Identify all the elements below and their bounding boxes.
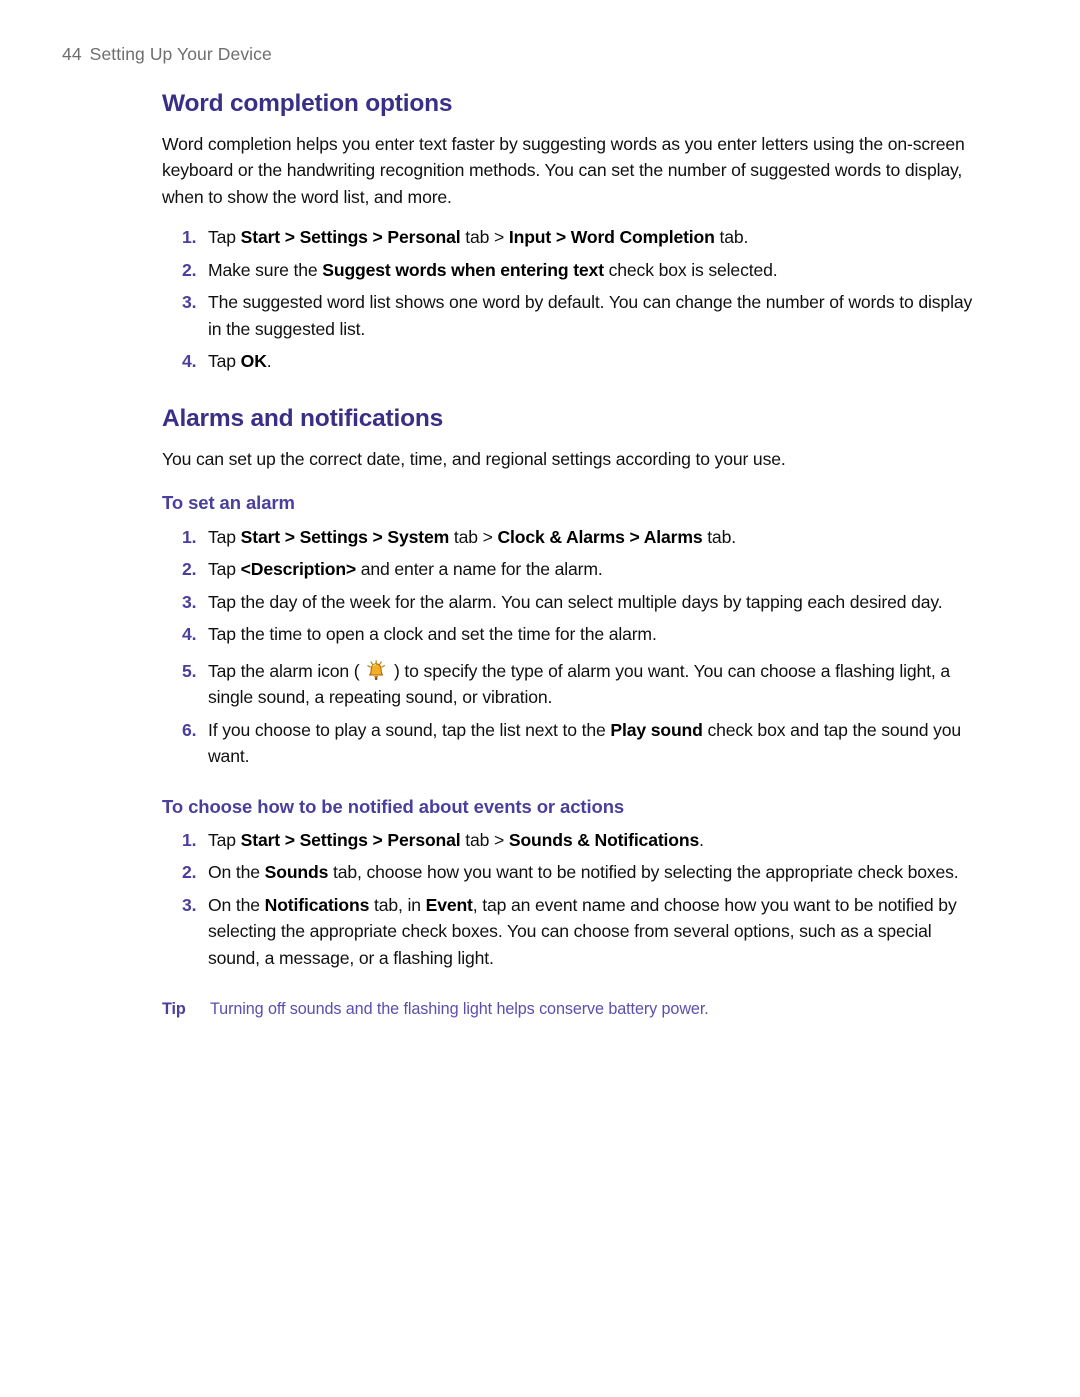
emphasis: Clock & Alarms > Alarms	[497, 526, 703, 547]
steps-choose-notification: 1. Tap Start > Settings > Personal tab >…	[162, 827, 974, 972]
list-item: 5. Tap the alarm icon ( ) to specify the…	[162, 658, 974, 711]
steps-word-completion: 1. Tap Start > Settings > Personal tab >…	[162, 224, 974, 375]
list-text: On the Notifications tab, in Event, tap …	[208, 894, 957, 968]
list-number: 3.	[182, 591, 197, 612]
list-text: On the Sounds tab, choose how you want t…	[208, 862, 959, 883]
list-item: 6. If you choose to play a sound, tap th…	[162, 717, 974, 770]
list-item: 1. Tap Start > Settings > Personal tab >…	[162, 827, 974, 854]
emphasis: Play sound	[610, 719, 703, 740]
list-text: Tap <Description> and enter a name for t…	[208, 559, 603, 579]
list-item: 1. Tap Start > Settings > System tab > C…	[162, 524, 974, 551]
emphasis: Start > Settings > Personal	[240, 829, 461, 850]
steps-set-alarm: 1. Tap Start > Settings > System tab > C…	[162, 524, 974, 770]
list-item: 4. Tap the time to open a clock and set …	[162, 621, 974, 648]
emphasis: Input > Word Completion	[508, 227, 715, 248]
list-number: 1.	[182, 829, 197, 850]
list-item: 4. Tap OK.	[162, 348, 974, 375]
emphasis: Event	[425, 894, 473, 915]
section-intro-word-completion: Word completion helps you enter text fas…	[162, 133, 965, 207]
list-number: 3.	[182, 292, 197, 313]
page-number: 44	[62, 44, 82, 64]
emphasis: Sounds & Notifications	[508, 829, 700, 850]
list-item: 2. On the Sounds tab, choose how you wan…	[162, 859, 974, 886]
list-text: Tap Start > Settings > Personal tab > So…	[208, 829, 704, 850]
list-item: 3. Tap the day of the week for the alarm…	[162, 589, 974, 616]
list-item: 3. The suggested word list shows one wor…	[162, 289, 974, 342]
list-text: Tap the day of the week for the alarm. Y…	[208, 591, 943, 612]
emphasis: Suggest words when entering text	[322, 259, 604, 280]
running-header-title: Setting Up Your Device	[89, 44, 272, 64]
emphasis: Sounds	[264, 862, 329, 883]
emphasis: <Description>	[240, 559, 357, 579]
list-item: 2. Make sure the Suggest words when ente…	[162, 257, 974, 284]
tip-text: Turning off sounds and the flashing ligh…	[210, 1000, 709, 1019]
list-number: 5.	[182, 660, 197, 681]
emphasis: Start > Settings > Personal	[240, 227, 461, 248]
tip-note: Tip Turning off sounds and the flashing …	[162, 997, 974, 1021]
list-item: 2. Tap <Description> and enter a name fo…	[162, 556, 974, 583]
list-item: 1. Tap Start > Settings > Personal tab >…	[162, 224, 974, 251]
list-text: Tap the alarm icon ( ) to specify the ty…	[208, 659, 950, 707]
page-content: Word completion options Word completion …	[162, 90, 974, 1021]
alarm-bell-icon	[365, 659, 388, 682]
list-number: 1.	[182, 526, 197, 547]
list-number: 4.	[182, 624, 197, 644]
tip-label: Tip	[162, 1000, 186, 1019]
subsection-heading-set-alarm: To set an alarm	[162, 492, 295, 514]
document-page: 44 Setting Up Your Device Word completion…	[0, 0, 1080, 1397]
list-number: 2.	[182, 862, 197, 883]
list-item: 3. On the Notifications tab, in Event, t…	[162, 892, 974, 972]
section-heading-word-completion: Word completion options	[162, 90, 453, 117]
emphasis: OK	[240, 351, 267, 372]
list-number: 2.	[182, 259, 197, 280]
list-text: The suggested word list shows one word b…	[208, 292, 973, 339]
list-number: 1.	[182, 227, 197, 248]
section-heading-alarms: Alarms and notifications	[162, 404, 444, 432]
running-header: 44 Setting Up Your Device	[62, 44, 272, 65]
subsection-heading-choose-notification: To choose how to be notified about event…	[162, 795, 625, 817]
list-text: Tap the time to open a clock and set the…	[208, 624, 657, 644]
list-number: 6.	[182, 719, 197, 740]
section-intro-alarms: You can set up the correct date, time, a…	[162, 448, 786, 469]
list-number: 2.	[182, 559, 197, 579]
list-text: Tap Start > Settings > Personal tab > In…	[208, 227, 749, 248]
list-text: Tap OK.	[208, 351, 272, 372]
list-number: 4.	[182, 351, 197, 372]
list-number: 3.	[182, 894, 197, 915]
list-text: Tap Start > Settings > System tab > Cloc…	[208, 526, 736, 547]
emphasis: Notifications	[264, 894, 370, 915]
list-text: Make sure the Suggest words when enterin…	[208, 259, 778, 280]
emphasis: Start > Settings > System	[240, 526, 450, 547]
list-text: If you choose to play a sound, tap the l…	[208, 719, 962, 767]
